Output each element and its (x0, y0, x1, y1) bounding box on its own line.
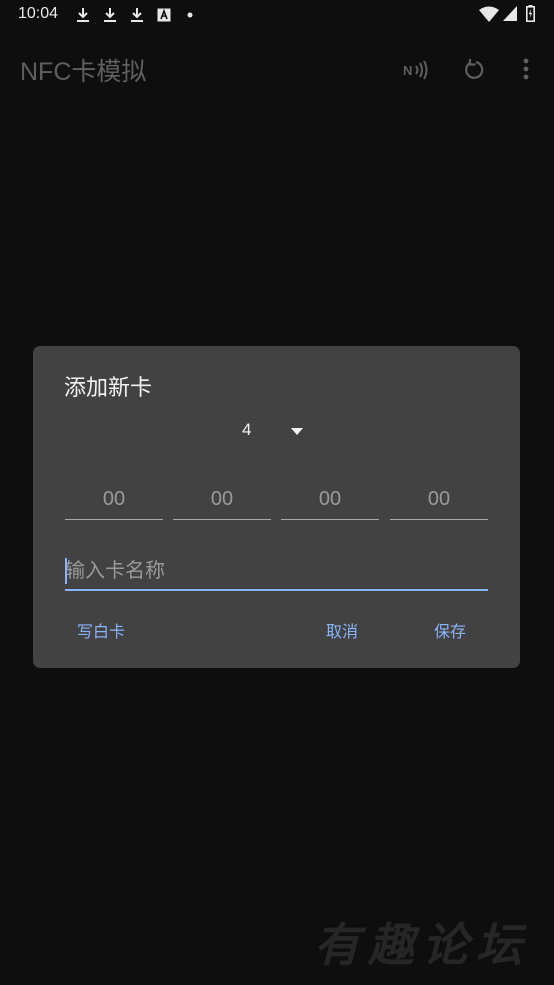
cell-signal-icon (503, 6, 517, 21)
cancel-button[interactable]: 取消 (320, 614, 364, 646)
refresh-icon[interactable] (464, 58, 488, 82)
uid-byte-input-4[interactable] (390, 480, 488, 518)
status-time: 10:04 (18, 5, 59, 22)
app-bar: NFC卡模拟 N (0, 36, 554, 104)
uid-byte-input-1[interactable] (65, 480, 163, 518)
battery-icon (526, 5, 535, 22)
nfc-icon[interactable]: N (403, 60, 429, 80)
uid-byte-input-2[interactable] (173, 480, 271, 518)
card-name-field[interactable] (65, 552, 488, 591)
spinner-value: 4 (242, 420, 252, 439)
download-icon (104, 8, 116, 22)
download-icon (77, 8, 89, 22)
download-icon (131, 8, 143, 22)
wifi-icon (479, 6, 499, 22)
app-title: NFC卡模拟 (20, 58, 147, 86)
write-blank-card-button[interactable]: 写白卡 (71, 614, 131, 646)
dot-icon (187, 12, 193, 18)
watermark: 有趣论坛 (314, 918, 530, 972)
svg-text:N: N (403, 63, 412, 78)
uid-byte-field-2[interactable] (173, 480, 271, 520)
uid-byte-input-3[interactable] (281, 480, 379, 518)
more-vert-icon[interactable] (522, 58, 530, 82)
dialog-title: 添加新卡 (64, 376, 153, 401)
text-cursor (65, 558, 67, 584)
screen: 10:04 NFC卡模拟 N 添加新卡 4 00 00 00 00 输入卡名称 … (0, 0, 554, 985)
uid-byte-field-4[interactable] (390, 480, 488, 520)
card-type-spinner[interactable]: 4 (229, 416, 319, 446)
dropdown-arrow-icon (291, 428, 303, 435)
app-notification-icon (157, 8, 171, 22)
uid-byte-field-3[interactable] (281, 480, 379, 520)
card-name-input[interactable] (65, 552, 488, 588)
uid-byte-field-1[interactable] (65, 480, 163, 520)
add-card-dialog: 添加新卡 4 写白卡 取消 保存 (33, 346, 520, 668)
save-button[interactable]: 保存 (428, 614, 472, 646)
status-bar: 10:04 (0, 0, 554, 32)
